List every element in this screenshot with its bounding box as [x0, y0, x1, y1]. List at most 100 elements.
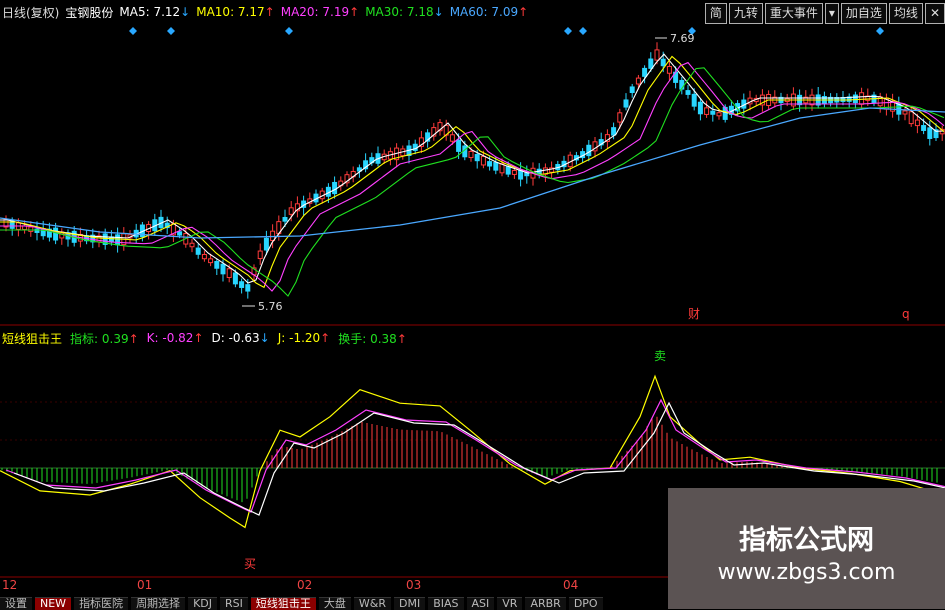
moving-average-line — [0, 53, 945, 284]
indicator-value: 指标: 0.39↑ — [70, 331, 139, 346]
candle-body — [611, 127, 617, 136]
signal-diamond-icon — [564, 27, 572, 35]
candle-body — [704, 107, 710, 115]
candle-body — [902, 110, 908, 115]
candle-body — [487, 161, 493, 167]
candle-body — [288, 207, 294, 215]
candle-body — [666, 66, 672, 74]
candle-body — [257, 250, 263, 260]
watermark-title: 指标公式网 — [739, 525, 874, 556]
candle-body — [617, 112, 623, 123]
candle-body — [214, 261, 220, 269]
turnover-value: 换手: 0.38↑ — [338, 331, 407, 346]
buy-signal: 买 — [244, 557, 256, 571]
candle-body — [468, 150, 474, 159]
candle-body — [908, 111, 914, 125]
indicator-name[interactable]: 短线狙击王 — [2, 330, 62, 347]
candle-body — [220, 263, 226, 275]
candle-body — [859, 92, 865, 105]
candle-body — [480, 155, 486, 166]
candle-body — [282, 216, 288, 222]
tab-asi[interactable]: ASI — [466, 596, 495, 610]
candle-body — [201, 253, 207, 260]
candle-body — [474, 154, 480, 162]
candle-body — [914, 119, 920, 127]
d-value: D: -0.63↓ — [211, 331, 270, 345]
candle-body — [28, 226, 34, 232]
signal-diamond-icon — [876, 27, 884, 35]
candle-body — [710, 110, 716, 115]
j-value: J: -1.20↑ — [277, 331, 331, 345]
candle-body — [623, 99, 629, 108]
candle-body — [697, 101, 703, 115]
candle-body — [654, 49, 660, 61]
tab-dmi[interactable]: DMI — [393, 596, 426, 610]
date-label: 03 — [406, 578, 422, 592]
tab-arbr[interactable]: ARBR — [525, 596, 566, 610]
candle-body — [505, 166, 511, 175]
candle-body — [493, 161, 499, 171]
candle-body — [921, 125, 927, 131]
date-label: 02 — [297, 578, 313, 592]
tab-indicator-hospital[interactable]: 指标医院 — [74, 596, 129, 610]
watermark-panel: 指标公式网 www.zbgs3.com — [668, 488, 945, 609]
date-label: 04 — [563, 578, 579, 592]
candle-body — [53, 227, 59, 241]
sell-signal: 卖 — [654, 349, 666, 363]
moving-average-line — [0, 67, 945, 297]
signal-diamond-icon — [579, 27, 587, 35]
high-price-marker: 7.69 — [670, 32, 695, 45]
q-event-mark[interactable]: q — [902, 307, 910, 321]
candle-body — [629, 86, 635, 93]
candle-body — [691, 93, 697, 107]
tab-short-sniper[interactable]: 短线狙击王 — [250, 596, 316, 610]
tab-dpo[interactable]: DPO — [568, 596, 603, 610]
candle-body — [927, 127, 933, 139]
tab-wr[interactable]: W&R — [353, 596, 391, 610]
tab-rsi[interactable]: RSI — [220, 596, 248, 610]
candle-body — [195, 247, 201, 255]
candle-body — [449, 134, 455, 142]
k-value: K: -0.82↑ — [146, 331, 204, 345]
candle-body — [635, 77, 641, 85]
date-label: 01 — [137, 578, 153, 592]
moving-average-line — [0, 55, 945, 289]
signal-diamond-icon — [129, 27, 137, 35]
candle-body — [648, 58, 654, 69]
candle-body — [456, 139, 462, 152]
watermark-url: www.zbgs3.com — [717, 560, 896, 585]
candle-body — [232, 272, 238, 285]
tab-bias[interactable]: BIAS — [428, 596, 464, 610]
ma60-line — [0, 107, 945, 239]
candle-body — [332, 181, 338, 195]
candle-body — [189, 242, 195, 248]
tab-period-select[interactable]: 周期选择 — [131, 596, 186, 610]
indicator-tabs: 设置 NEW 指标医院 周期选择 KDJ RSI 短线狙击王 大盘 W&R DM… — [0, 596, 603, 610]
tab-vr[interactable]: VR — [497, 596, 523, 610]
date-label: 12 — [2, 578, 18, 592]
candle-body — [208, 258, 214, 264]
moving-average-line — [0, 61, 945, 292]
candle-body — [586, 144, 592, 157]
candle-body — [685, 90, 691, 95]
tab-new[interactable]: NEW — [35, 596, 72, 610]
indicator-legend-bar: 短线狙击王 指标: 0.39↑ K: -0.82↑ D: -0.63↓ J: -… — [0, 329, 407, 347]
candle-body — [511, 170, 517, 175]
candle-body — [852, 94, 858, 104]
finance-event-mark[interactable]: 财 — [688, 307, 700, 321]
candle-body — [177, 231, 183, 236]
tab-kdj[interactable]: KDJ — [188, 596, 217, 610]
candle-body — [263, 237, 269, 251]
candle-body — [642, 67, 648, 77]
candle-body — [660, 58, 666, 67]
candle-body — [226, 268, 232, 279]
candle-body — [115, 234, 121, 246]
candle-body — [245, 284, 251, 292]
signal-diamond-icon — [285, 27, 293, 35]
candle-body — [239, 281, 245, 288]
tab-market[interactable]: 大盘 — [318, 596, 351, 610]
candle-body — [716, 112, 722, 117]
low-price-marker: 5.76 — [258, 300, 283, 313]
signal-diamond-icon — [167, 27, 175, 35]
tab-settings[interactable]: 设置 — [0, 596, 32, 610]
